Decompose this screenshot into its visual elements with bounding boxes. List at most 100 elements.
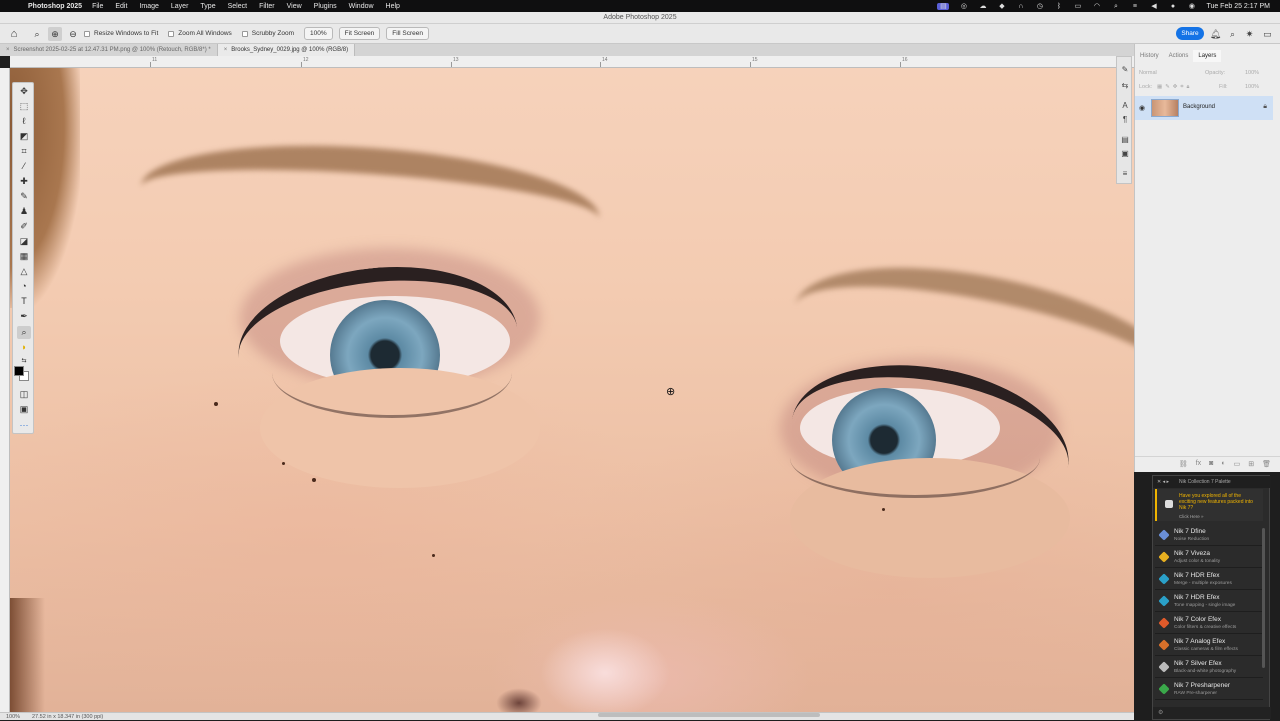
character-icon[interactable]: A [1120, 101, 1130, 111]
nik-notice[interactable]: Have you explored all of the exciting ne… [1155, 489, 1263, 521]
new-layer-icon[interactable]: ⊞ [1248, 460, 1254, 468]
user-icon[interactable]: ● [1168, 3, 1177, 10]
dropbox-icon[interactable]: ◆ [997, 3, 1006, 10]
apple-icon[interactable] [10, 2, 20, 11]
dodge-tool-icon[interactable]: ◔ [17, 280, 31, 293]
zoom-out-icon[interactable]: ⊖ [66, 27, 80, 41]
nik-item-dfine[interactable]: Nik 7 Dfine Noise Reduction [1155, 525, 1263, 546]
creative-cloud-icon[interactable]: ☁ [978, 3, 987, 10]
nik-window-controls[interactable]: ✕ ◂ ▸ [1157, 476, 1169, 488]
menu-type[interactable]: Type [200, 3, 215, 10]
zoom-in-icon[interactable]: ⊕ [48, 26, 62, 41]
time-machine-icon[interactable]: ◷ [1035, 3, 1044, 10]
menu-view[interactable]: View [287, 3, 302, 10]
nik-item-color-efex[interactable]: Nik 7 Color Efex Color filters & creativ… [1155, 613, 1263, 634]
nik-item-presharpener[interactable]: Nik 7 Presharpener RAW Pre-sharpener [1155, 679, 1263, 700]
menu-layer[interactable]: Layer [171, 3, 189, 10]
nik-settings-icon[interactable]: ⚙ [1158, 710, 1163, 716]
object-selection-tool-icon[interactable]: ◩ [17, 130, 31, 143]
nik-item-hdr-merge[interactable]: Nik 7 HDR Efex Merge - multiple exposure… [1155, 569, 1263, 590]
resize-windows-checkbox[interactable]: Resize Windows to Fit [84, 30, 158, 37]
type-tool-icon[interactable]: T [17, 295, 31, 308]
bluetooth-icon[interactable]: ᛒ [1054, 3, 1063, 10]
properties-icon[interactable]: ≡ [1120, 169, 1130, 179]
tab-layers[interactable]: Layers [1193, 50, 1222, 62]
clone-stamp-tool-icon[interactable]: ♟ [17, 205, 31, 218]
siri-icon[interactable]: ◉ [1187, 3, 1196, 10]
lasso-tool-icon[interactable]: ℓ [17, 115, 31, 128]
screen-mode-icon[interactable]: ▣ [17, 403, 31, 416]
crop-tool-icon[interactable]: ⌗ [17, 145, 31, 158]
menu-edit[interactable]: Edit [115, 3, 127, 10]
close-icon[interactable]: × [224, 44, 228, 56]
marquee-tool-icon[interactable]: ⬚ [17, 100, 31, 113]
fit-screen-button[interactable]: Fit Screen [338, 27, 381, 40]
fill-value[interactable]: 100% [1245, 84, 1259, 90]
notifications-icon[interactable]: 🔔︎ [1209, 27, 1222, 41]
gradient-tool-icon[interactable]: ▦ [17, 250, 31, 263]
banana-icon[interactable]: ◗ [17, 341, 31, 354]
adjustment-layer-icon[interactable]: ◐ [1221, 460, 1225, 467]
fill-screen-button[interactable]: Fill Screen [386, 27, 430, 40]
menu-help[interactable]: Help [386, 3, 400, 10]
ruler-top[interactable]: 11 12 13 14 15 16 [10, 56, 1134, 68]
brush-tool-icon[interactable]: ✎ [17, 190, 31, 203]
horizontal-scrollbar[interactable] [598, 713, 820, 717]
app-name-menu[interactable]: Photoshop 2025 [28, 3, 82, 10]
stage-manager-icon[interactable]: ▤ [937, 2, 950, 10]
tab-actions[interactable]: Actions [1164, 50, 1194, 62]
comments-icon[interactable]: ▣ [1120, 149, 1130, 159]
history-brush-tool-icon[interactable]: ✐ [17, 220, 31, 233]
menu-select[interactable]: Select [228, 3, 247, 10]
link-icon[interactable]: ⛓ [1179, 460, 1188, 468]
headphones-icon[interactable]: ∩ [1016, 3, 1025, 10]
scrubby-zoom-checkbox[interactable]: Scrubby Zoom [241, 30, 294, 37]
battery-icon[interactable]: ▭ [1073, 3, 1082, 10]
nik-item-analog-efex[interactable]: Nik 7 Analog Efex Classic cameras & film… [1155, 635, 1263, 656]
nik-item-hdr-tone[interactable]: Nik 7 HDR Efex Tone mapping - single ima… [1155, 591, 1263, 612]
zoom-tool-preset-icon[interactable]: ⌕ [30, 27, 44, 41]
control-center-icon[interactable]: ≡ [1130, 3, 1139, 10]
fx-icon[interactable]: fx [1196, 460, 1201, 467]
healing-brush-tool-icon[interactable]: ✚ [17, 175, 31, 188]
libraries-icon[interactable]: ▤ [1120, 135, 1130, 145]
foreground-color-swatch[interactable] [14, 366, 24, 376]
opacity-value[interactable]: 100% [1245, 70, 1259, 76]
pen-tool-icon[interactable]: ✒ [17, 310, 31, 323]
workspace-icon[interactable]: ▭ [1261, 27, 1274, 41]
search-icon[interactable]: ⌕ [1111, 3, 1120, 10]
brush-settings-icon[interactable]: ✎ [1120, 65, 1130, 75]
zoom-all-windows-checkbox[interactable]: Zoom All Windows [168, 30, 232, 37]
lock-icons[interactable]: ▦✎✥⌗🔒︎ [1157, 84, 1192, 91]
volume-icon[interactable]: ◀ [1149, 3, 1158, 10]
adjustments-icon[interactable]: ⇆ [1120, 81, 1130, 91]
notice-link[interactable]: Click Here » [1179, 514, 1204, 519]
document-canvas[interactable]: ⊕ [10, 68, 1134, 712]
nik-item-viveza[interactable]: Nik 7 Viveza Adjust color & tonality [1155, 547, 1263, 568]
tab-screenshot[interactable]: × Screenshot 2025-02-25 at 12.47.31 PM.pn… [0, 44, 218, 56]
status-icon[interactable]: ◎ [959, 3, 968, 10]
visibility-eye-icon[interactable]: ◉ [1139, 104, 1145, 112]
layer-row-background[interactable]: ◉ Background 🔒︎ [1135, 96, 1273, 120]
ruler-left[interactable] [0, 68, 10, 712]
mask-icon[interactable]: ◙ [1209, 460, 1213, 467]
menu-plugins[interactable]: Plugins [314, 3, 337, 10]
quick-mask-icon[interactable]: ◫ [17, 388, 31, 401]
eraser-tool-icon[interactable]: ◪ [17, 235, 31, 248]
zoom-100-button[interactable]: 100% [304, 27, 333, 40]
edit-toolbar-icon[interactable]: ⋯ [17, 419, 31, 432]
menu-image[interactable]: Image [139, 3, 158, 10]
share-button[interactable]: Share [1176, 27, 1204, 40]
paragraph-icon[interactable]: ¶ [1120, 115, 1130, 125]
discover-icon[interactable]: ✷ [1243, 27, 1256, 41]
menu-file[interactable]: File [92, 3, 103, 10]
tab-brooks-sydney[interactable]: × Brooks_Sydney_0029.jpg @ 100% (RGB/8) [217, 44, 356, 56]
group-icon[interactable]: ▭ [1234, 460, 1241, 468]
trash-icon[interactable]: 🗑︎ [1262, 460, 1271, 468]
home-icon[interactable]: ⌂ [8, 28, 20, 40]
blend-mode-select[interactable]: Normal [1139, 70, 1157, 76]
menubar-clock[interactable]: Tue Feb 25 2:17 PM [1206, 3, 1270, 10]
blur-tool-icon[interactable]: △ [17, 265, 31, 278]
search-icon[interactable]: ⌕ [1226, 27, 1239, 41]
nik-scrollbar[interactable] [1262, 528, 1265, 668]
